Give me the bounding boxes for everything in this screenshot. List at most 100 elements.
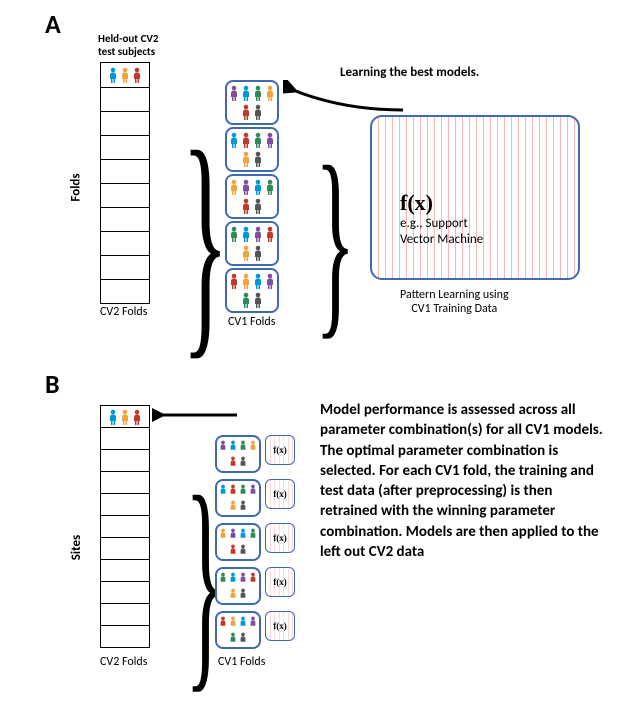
person-icon: [249, 484, 257, 497]
person-icon: [108, 67, 118, 83]
person-icon: [241, 292, 251, 308]
person-icon: [219, 484, 227, 497]
person-icon: [239, 528, 247, 541]
cv1-fold: [215, 567, 261, 605]
arrow-left-icon: [283, 80, 413, 120]
brace-icon: }: [315, 135, 355, 345]
cv2-fold: [100, 604, 150, 626]
cv2-fold: [100, 256, 150, 280]
cv2-fold: [100, 494, 150, 516]
person-icon: [253, 132, 263, 148]
person-icon: [239, 632, 247, 645]
cv1-folds-column-b: f(x) f(x) f(x): [215, 435, 295, 651]
cv2-fold: [100, 112, 150, 136]
person-icon: [229, 632, 237, 645]
cv1-fold-row: f(x): [215, 567, 295, 607]
person-icon: [239, 616, 247, 629]
person-icon: [239, 544, 247, 557]
panel-a-label: A: [45, 8, 61, 40]
fx-mini-box: f(x): [265, 523, 295, 553]
fx-mini-box: f(x): [265, 567, 295, 597]
person-icon: [253, 273, 263, 289]
cv2-fold: [100, 516, 150, 538]
cv2-fold: [100, 232, 150, 256]
person-icon: [241, 104, 251, 120]
heldout-caption: Held-out CV2 test subjects: [98, 32, 188, 58]
person-icon: [229, 226, 239, 242]
person-icon: [239, 572, 247, 585]
person-icon: [241, 132, 251, 148]
person-icon: [249, 572, 257, 585]
cv1-fold-row: f(x): [215, 523, 295, 563]
person-icon: [265, 226, 275, 242]
cv2-fold: [100, 560, 150, 582]
person-icon: [241, 151, 251, 167]
cv2-caption-a: CV2 Folds: [100, 305, 147, 319]
person-icon: [229, 132, 239, 148]
cv1-fold: [225, 127, 279, 172]
cv1-fold: [215, 435, 261, 473]
arrow-left-icon: [152, 405, 242, 425]
person-icon: [241, 245, 251, 261]
fx-example: e.g., Support Vector Machine: [400, 216, 483, 249]
person-icon: [249, 616, 257, 629]
fx-mini-box: f(x): [265, 611, 295, 641]
fx-mini-box: f(x): [265, 479, 295, 509]
person-icon: [229, 85, 239, 101]
pattern-caption: Pattern Learning using CV1 Training Data: [400, 288, 509, 316]
fx-mini-box: f(x): [265, 435, 295, 465]
person-icon: [253, 245, 263, 261]
person-icon: [241, 273, 251, 289]
person-icon: [229, 484, 237, 497]
person-icon: [241, 85, 251, 101]
person-icon: [253, 292, 263, 308]
panel-b-label: B: [45, 368, 60, 400]
person-icon: [108, 409, 118, 425]
person-icon: [241, 198, 251, 214]
person-icon: [265, 85, 275, 101]
person-icon: [253, 151, 263, 167]
person-icon: [229, 616, 237, 629]
person-icon: [219, 572, 227, 585]
cv2-fold: [100, 582, 150, 604]
sites-axis-label: Sites: [69, 535, 84, 560]
cv2-fold-heldout: [100, 63, 150, 88]
learning-label: Learning the best models.: [340, 65, 479, 80]
cv2-caption-b: CV2 Folds: [100, 655, 147, 669]
cv2-fold: [100, 538, 150, 560]
cv2-fold: [100, 450, 150, 472]
cv2-fold: [100, 280, 150, 304]
cv1-fold-row: f(x): [215, 611, 295, 651]
cv2-fold: [100, 88, 150, 112]
person-icon: [253, 85, 263, 101]
person-icon: [239, 440, 247, 453]
person-icon: [239, 456, 247, 469]
cv1-fold: [225, 80, 279, 125]
panel-b-body-text: Model performance is assessed across all…: [320, 400, 610, 562]
person-icon: [253, 179, 263, 195]
person-icon: [249, 440, 257, 453]
person-icon: [265, 179, 275, 195]
person-icon: [239, 484, 247, 497]
person-icon: [241, 226, 251, 242]
cv2-folds-column-b: [100, 405, 150, 648]
cv1-folds-column-a: [225, 80, 279, 315]
person-icon: [229, 500, 237, 513]
cv2-fold: [100, 428, 150, 450]
cv1-fold: [215, 479, 261, 517]
cv2-fold-heldout: [100, 406, 150, 428]
person-icon: [229, 440, 237, 453]
cv1-fold: [215, 611, 261, 649]
person-icon: [265, 273, 275, 289]
person-icon: [229, 588, 237, 601]
cv1-fold-row: f(x): [215, 479, 295, 519]
person-icon: [229, 572, 237, 585]
cv2-fold: [100, 136, 150, 160]
cv1-fold: [215, 523, 261, 561]
person-icon: [120, 409, 130, 425]
cv1-fold-row: f(x): [215, 435, 295, 475]
person-icon: [219, 440, 227, 453]
cv2-folds-column-a: [100, 62, 150, 304]
cv1-fold: [225, 221, 279, 266]
person-icon: [120, 67, 130, 83]
